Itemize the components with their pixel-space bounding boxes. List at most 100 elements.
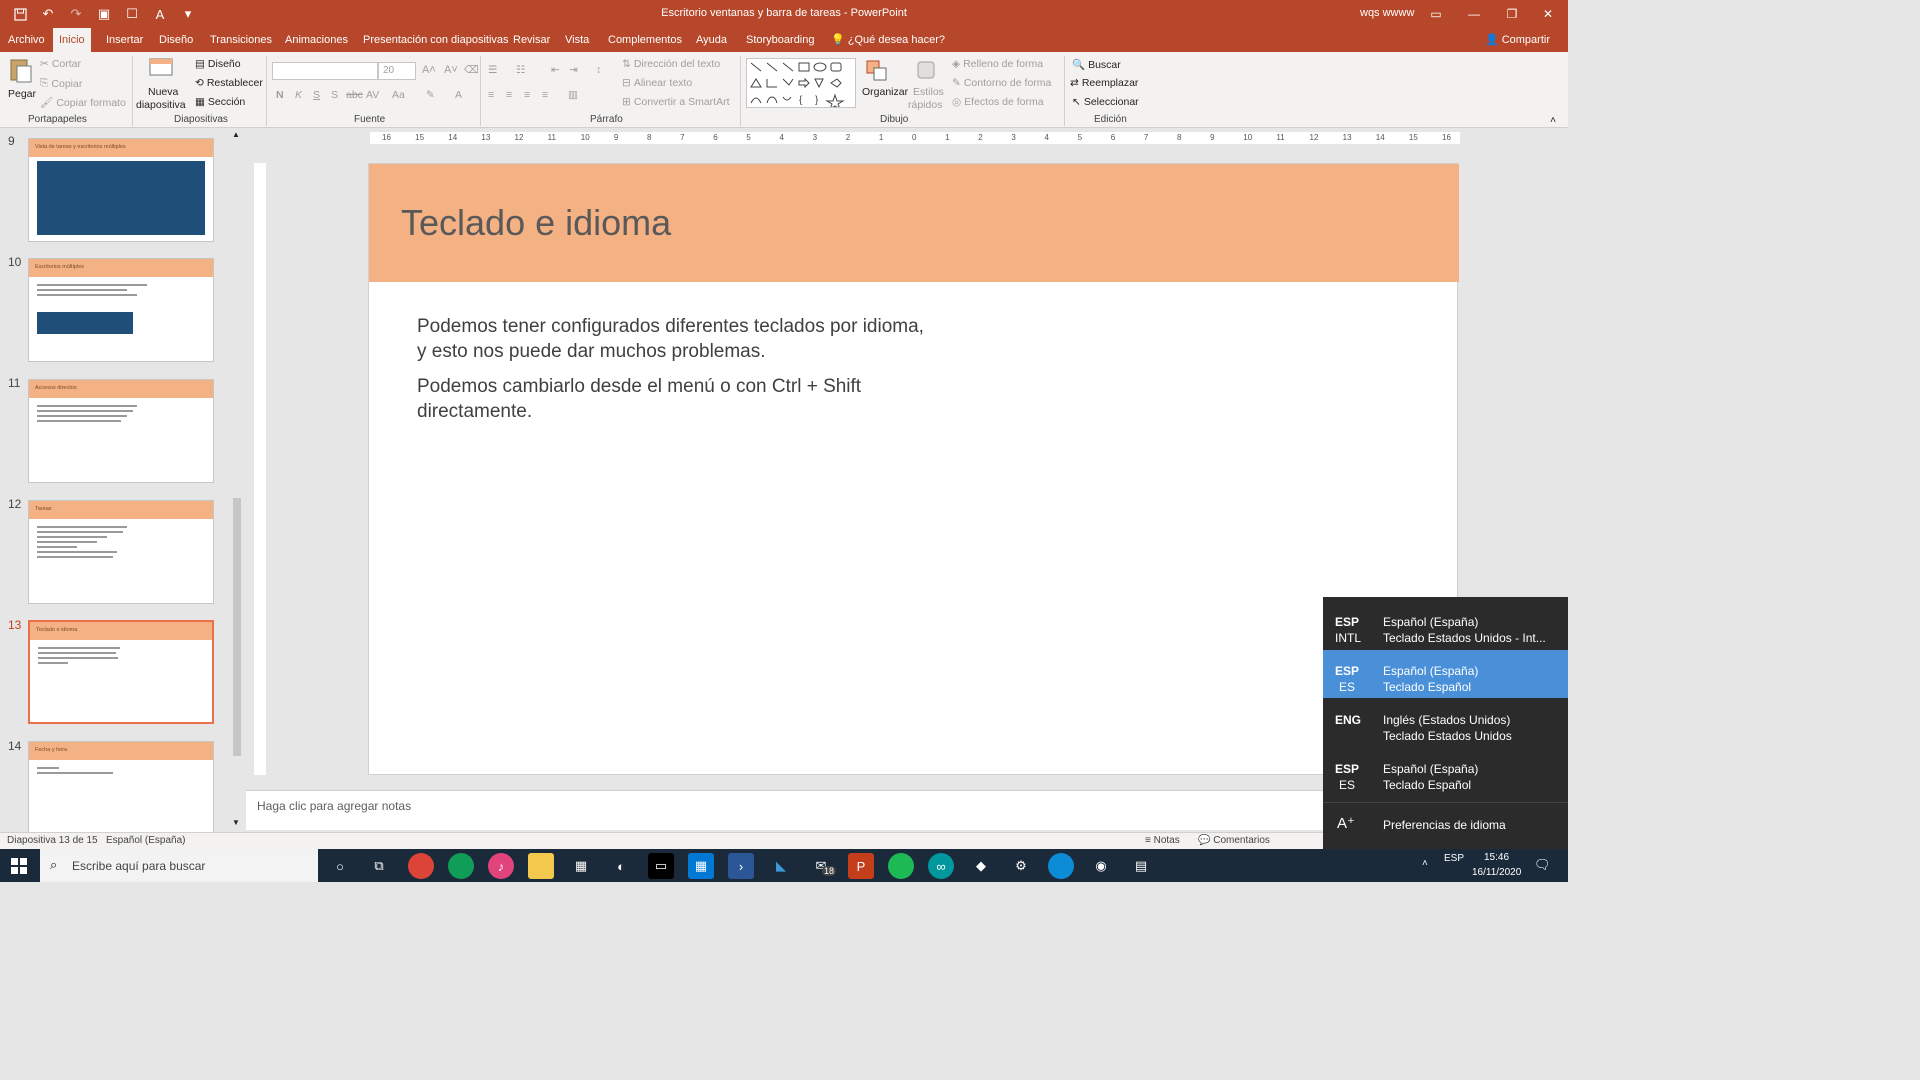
language-option[interactable]: ESP ES Español (España) Teclado Español	[1323, 748, 1568, 796]
input-language-indicator[interactable]: ESP	[1444, 853, 1464, 886]
section-button[interactable]: ▦ Sección	[195, 96, 245, 108]
format-painter-button[interactable]: 🖌 Copiar formato	[40, 96, 126, 110]
tab-complementos[interactable]: Complementos	[602, 28, 688, 52]
font-color-icon[interactable]: A	[455, 89, 462, 101]
tab-vista[interactable]: Vista	[559, 28, 595, 52]
user-name[interactable]: wqs wwww	[1360, 7, 1414, 19]
new-slide-icon[interactable]	[148, 56, 174, 80]
notification-icon[interactable]: 🗨	[1534, 857, 1551, 890]
language-option-selected[interactable]: ESP ES Español (España) Teclado Español	[1323, 650, 1568, 698]
increase-font-icon[interactable]: A˄	[422, 64, 436, 76]
decrease-indent-icon[interactable]: ⇤	[551, 64, 560, 76]
tab-revisar[interactable]: Revisar	[507, 28, 556, 52]
thumbnail-slide-12[interactable]: Tareas	[28, 500, 214, 604]
show-hidden-icons-icon[interactable]: ˄	[1422, 858, 1428, 891]
numbering-icon[interactable]: ☷	[516, 64, 525, 76]
app-icon[interactable]: ⚙	[1008, 853, 1034, 879]
italic-icon[interactable]: K	[295, 89, 302, 101]
language-status[interactable]: Español (España)	[106, 835, 186, 846]
powerpoint-icon[interactable]: P	[848, 853, 874, 879]
align-center-icon[interactable]: ≡	[506, 89, 512, 101]
restore-icon[interactable]: ❐	[1494, 0, 1530, 28]
text-direction-button[interactable]: ⇅ Dirección del texto	[622, 58, 720, 70]
thumbnail-slide-11[interactable]: Accesos directos	[28, 379, 214, 483]
share-button[interactable]: 👤 Compartir	[1485, 28, 1550, 52]
scrollbar-thumb[interactable]	[233, 498, 241, 756]
font-size-combo[interactable]: 20	[378, 62, 416, 80]
collapse-ribbon-icon[interactable]: ˄	[1550, 114, 1556, 126]
app-icon[interactable]: ▦	[568, 853, 594, 879]
app-icon[interactable]: ▤	[1128, 853, 1154, 879]
thumbnail-slide-13[interactable]: Teclado e idioma	[28, 620, 214, 724]
arduino-icon[interactable]: ∞	[928, 853, 954, 879]
app-icon[interactable]: ◉	[1088, 853, 1114, 879]
chrome-icon[interactable]	[408, 853, 434, 879]
tab-storyboarding[interactable]: Storyboarding	[740, 28, 821, 52]
close-icon[interactable]: ✕	[1530, 0, 1566, 28]
tab-diseno[interactable]: Diseño	[153, 28, 199, 52]
tab-archivo[interactable]: Archivo	[2, 28, 51, 52]
shape-outline-button[interactable]: ✎ Contorno de forma	[952, 77, 1051, 89]
tab-presentacion[interactable]: Presentación con diapositivas	[357, 28, 515, 52]
powershell-icon[interactable]: ›	[728, 853, 754, 879]
align-left-icon[interactable]: ≡	[488, 89, 494, 101]
file-explorer-icon[interactable]	[528, 853, 554, 879]
tab-inicio[interactable]: Inicio	[53, 28, 91, 52]
spotify-icon[interactable]	[888, 853, 914, 879]
chrome-profile-icon[interactable]	[448, 853, 474, 879]
tab-ayuda[interactable]: Ayuda	[690, 28, 733, 52]
strikethrough-icon[interactable]: abc	[346, 89, 363, 101]
calendar-icon[interactable]: ▦	[688, 853, 714, 879]
cortana-icon[interactable]: ○	[327, 853, 353, 879]
tab-animaciones[interactable]: Animaciones	[279, 28, 354, 52]
scroll-down-icon[interactable]: ▼	[232, 818, 240, 827]
quick-styles-label-1[interactable]: Estilos	[913, 86, 944, 98]
clock-date[interactable]: 16/11/2020	[1472, 867, 1521, 900]
shape-fill-button[interactable]: ◈ Relleno de forma	[952, 58, 1043, 70]
shadow-icon[interactable]: S	[331, 89, 338, 101]
app-icon[interactable]: ◐	[608, 853, 634, 879]
quick-styles-label-2[interactable]: rápidos	[908, 99, 942, 111]
clear-format-icon[interactable]: ⌫	[464, 64, 479, 76]
bold-icon[interactable]: N	[276, 89, 284, 101]
notes-toggle[interactable]: ≡ Notas	[1145, 835, 1180, 846]
shape-effects-button[interactable]: ◎ Efectos de forma	[952, 96, 1044, 108]
cut-button[interactable]: ✂ Cortar	[40, 58, 81, 70]
tell-me-box[interactable]: 💡 ¿Qué desea hacer?	[825, 28, 951, 52]
language-option[interactable]: ENG Inglés (Estados Unidos) Teclado Estad…	[1323, 699, 1568, 747]
copy-button[interactable]: ⎘ Copiar	[40, 77, 82, 90]
line-spacing-icon[interactable]: ↕	[596, 64, 601, 76]
thumbnail-scrollbar[interactable]: ▲ ▼	[230, 128, 244, 832]
thumbnail-slide-14[interactable]: Fecha y hora	[28, 741, 214, 832]
scroll-up-icon[interactable]: ▲	[232, 130, 240, 139]
slide-title[interactable]: Teclado e idioma	[401, 202, 671, 244]
reset-button[interactable]: ⟲ Restablecer	[195, 77, 263, 89]
language-option[interactable]: ESP INTL Español (España) Teclado Estados …	[1323, 601, 1568, 649]
new-slide-label-2[interactable]: diapositiva	[136, 99, 186, 111]
app-icon[interactable]: ◆	[968, 853, 994, 879]
bullets-icon[interactable]: ☰	[488, 64, 497, 76]
align-right-icon[interactable]: ≡	[524, 89, 530, 101]
thumbnail-slide-9[interactable]: Vista de tareas y escritorios múltiples	[28, 138, 214, 242]
find-button[interactable]: 🔍 Buscar	[1072, 58, 1121, 72]
change-case-icon[interactable]: Aa	[392, 89, 405, 101]
align-text-button[interactable]: ⊟ Alinear texto	[622, 77, 692, 89]
windows-start-icon[interactable]	[0, 849, 38, 882]
language-preferences-link[interactable]: Preferencias de idioma	[1383, 818, 1506, 832]
comments-toggle[interactable]: 💬 Comentarios	[1198, 835, 1270, 846]
thumbnail-slide-10[interactable]: Escritorios múltiples	[28, 258, 214, 362]
taskbar-search[interactable]: ⌕ Escribe aquí para buscar	[40, 849, 318, 882]
notes-pane[interactable]: Haga clic para agregar notas	[246, 790, 1326, 830]
minimize-icon[interactable]: —	[1456, 0, 1492, 28]
highlight-icon[interactable]: ✎	[426, 89, 435, 101]
tab-transiciones[interactable]: Transiciones	[204, 28, 278, 52]
quick-styles-icon[interactable]	[914, 58, 940, 84]
char-spacing-icon[interactable]: AV	[366, 89, 379, 101]
replace-button[interactable]: ⇄ Reemplazar	[1070, 77, 1138, 89]
font-name-combo[interactable]	[272, 62, 378, 80]
shapes-gallery[interactable]: {}	[746, 58, 856, 111]
justify-icon[interactable]: ≡	[542, 89, 548, 101]
layout-button[interactable]: ▤ Diseño	[195, 58, 241, 70]
itunes-icon[interactable]: ♪	[488, 853, 514, 879]
ribbon-display-icon[interactable]: ▭	[1418, 0, 1454, 28]
